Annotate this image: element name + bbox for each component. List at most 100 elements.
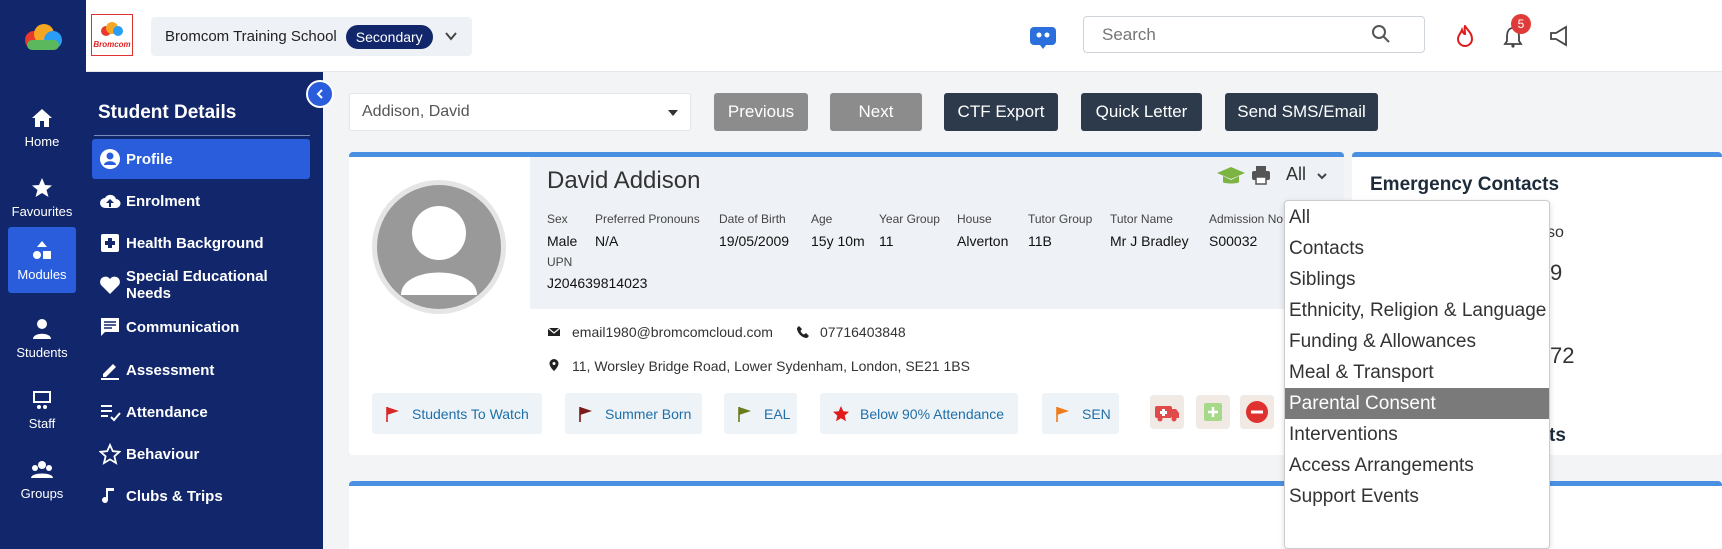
rail-item-label: Home: [24, 133, 60, 149]
heart-icon: [100, 276, 120, 294]
bromcom-cloud-logo-icon[interactable]: [22, 22, 64, 52]
flag-label: SEN: [1082, 405, 1111, 422]
emergency-contacts-title: Emergency Contacts: [1370, 174, 1560, 195]
flag-label: Below 90% Attendance: [860, 405, 1004, 422]
flag-icon: [1056, 406, 1069, 422]
location-pin-icon: [549, 359, 559, 371]
collapse-panel-button[interactable]: [306, 80, 334, 108]
add-note-button[interactable]: [1196, 395, 1230, 429]
field-label-house: House: [957, 212, 992, 226]
rail-item-modules[interactable]: Modules: [8, 227, 76, 293]
rail-item-home[interactable]: Home: [8, 94, 76, 160]
school-selector[interactable]: Bromcom Training School Secondary: [151, 17, 472, 56]
side-item-clubs-trips[interactable]: Clubs & Trips: [92, 476, 310, 516]
dropdown-item-contacts[interactable]: Contacts: [1285, 233, 1549, 264]
dropdown-item-siblings[interactable]: Siblings: [1285, 264, 1549, 295]
flag-eal[interactable]: EAL: [724, 393, 797, 434]
field-label-dob: Date of Birth: [719, 212, 786, 226]
side-item-label: Attendance: [126, 403, 208, 421]
field-value-tutor-name: Mr J Bradley: [1110, 233, 1189, 249]
medical-ambulance-button[interactable]: [1150, 395, 1184, 429]
rail-item-label: Students: [16, 344, 68, 360]
field-value-dob: 19/05/2009: [719, 233, 790, 249]
field-label-pronouns: Preferred Pronouns: [595, 212, 700, 226]
field-value-sex: Male: [547, 233, 578, 249]
rail-item-label: Favourites: [11, 203, 73, 219]
rail-item-staff[interactable]: Staff: [8, 376, 76, 442]
dropdown-item-meal-transport[interactable]: Meal & Transport: [1285, 357, 1549, 388]
staff-board-icon: [33, 390, 51, 409]
field-value-tutor-group: 11B: [1028, 233, 1052, 249]
dropdown-item-funding[interactable]: Funding & Allowances: [1285, 326, 1549, 357]
side-item-enrolment[interactable]: Enrolment: [92, 181, 310, 221]
side-item-sen[interactable]: Special Educational Needs: [92, 265, 310, 305]
dropdown-item-interventions[interactable]: Interventions: [1285, 419, 1549, 450]
field-value-house: Alverton: [957, 233, 1009, 249]
chatbot-icon[interactable]: [1028, 22, 1058, 50]
side-item-label: Behaviour: [126, 445, 200, 463]
side-item-label: Clubs & Trips: [126, 487, 223, 505]
field-label-admission-no: Admission No: [1209, 212, 1284, 226]
dropdown-item-all[interactable]: All: [1285, 202, 1549, 233]
field-value-admission-no: S00032: [1209, 233, 1258, 249]
user-placeholder-icon: [401, 206, 477, 295]
side-item-assessment[interactable]: Assessment: [92, 350, 310, 390]
view-filter-select[interactable]: All: [1286, 164, 1306, 185]
side-item-communication[interactable]: Communication: [92, 307, 310, 347]
side-item-label: Communication: [126, 318, 240, 336]
rail-item-favourites[interactable]: Favourites: [8, 164, 76, 230]
star-outline-icon: [99, 443, 121, 465]
next-button[interactable]: Next: [830, 93, 922, 131]
rail-item-students[interactable]: Students: [8, 305, 76, 371]
quick-letter-button[interactable]: Quick Letter: [1081, 93, 1202, 131]
student-details-panel: Student Details Profile Enrolment Health…: [86, 72, 323, 549]
student-selector-value: Addison, David: [362, 103, 470, 120]
side-item-profile[interactable]: Profile: [92, 139, 310, 179]
student-email[interactable]: email1980@bromcomcloud.com: [572, 324, 773, 340]
notification-count-badge: 5: [1511, 14, 1531, 34]
side-item-health-background[interactable]: Health Background: [92, 223, 310, 263]
chevron-left-icon: [316, 89, 323, 99]
school-logo[interactable]: Bromcom: [91, 14, 133, 56]
star-icon: [32, 177, 52, 197]
side-item-attendance[interactable]: Attendance: [92, 392, 310, 432]
emergency-text-fragment: ts: [1549, 425, 1566, 446]
dropdown-item-ethnicity[interactable]: Ethnicity, Religion & Language: [1285, 295, 1549, 326]
email-icon: [547, 327, 561, 336]
rail-item-label: Modules: [17, 266, 67, 282]
flag-label: Summer Born: [605, 405, 692, 422]
search-icon[interactable]: [1371, 24, 1391, 44]
student-phone[interactable]: 07716403848: [820, 324, 906, 340]
flag-sen[interactable]: SEN: [1042, 393, 1119, 434]
fire-icon[interactable]: [1455, 25, 1475, 47]
rail-item-label: Staff: [28, 415, 56, 431]
print-icon[interactable]: [1251, 165, 1271, 185]
side-item-label: Enrolment: [126, 192, 201, 210]
side-item-label: Special Educational Needs: [126, 268, 268, 302]
side-item-behaviour[interactable]: Behaviour: [92, 434, 310, 474]
dropdown-item-parental-consent[interactable]: Parental Consent: [1285, 388, 1549, 419]
flag-below-90-attendance[interactable]: Below 90% Attendance: [820, 393, 1018, 434]
dropdown-item-support-events[interactable]: Support Events: [1285, 481, 1549, 512]
remove-button[interactable]: [1240, 395, 1274, 429]
student-selector[interactable]: Addison, David: [349, 93, 691, 131]
chevron-down-icon[interactable]: [1316, 170, 1328, 182]
top-bar: Bromcom Bromcom Training School Secondar…: [86, 0, 1722, 72]
rail-item-groups[interactable]: Groups: [8, 446, 76, 512]
modules-icon: [33, 240, 51, 259]
rail-item-label: Groups: [20, 485, 64, 501]
megaphone-icon[interactable]: [1548, 24, 1572, 48]
flag-students-to-watch[interactable]: Students To Watch: [372, 393, 542, 434]
previous-button[interactable]: Previous: [714, 93, 808, 131]
side-item-label: Profile: [126, 150, 173, 168]
student-avatar[interactable]: [377, 185, 501, 309]
school-logo-icon: [101, 21, 123, 36]
ctf-export-button[interactable]: CTF Export: [944, 93, 1058, 131]
graduation-cap-icon[interactable]: [1216, 165, 1246, 187]
checklist-icon: [101, 405, 121, 422]
dropdown-item-access-arrangements[interactable]: Access Arrangements: [1285, 450, 1549, 481]
flag-summer-born[interactable]: Summer Born: [565, 393, 702, 434]
flag-icon: [386, 406, 399, 422]
ambulance-icon: [1155, 406, 1179, 422]
send-sms-email-button[interactable]: Send SMS/Email: [1225, 93, 1378, 131]
